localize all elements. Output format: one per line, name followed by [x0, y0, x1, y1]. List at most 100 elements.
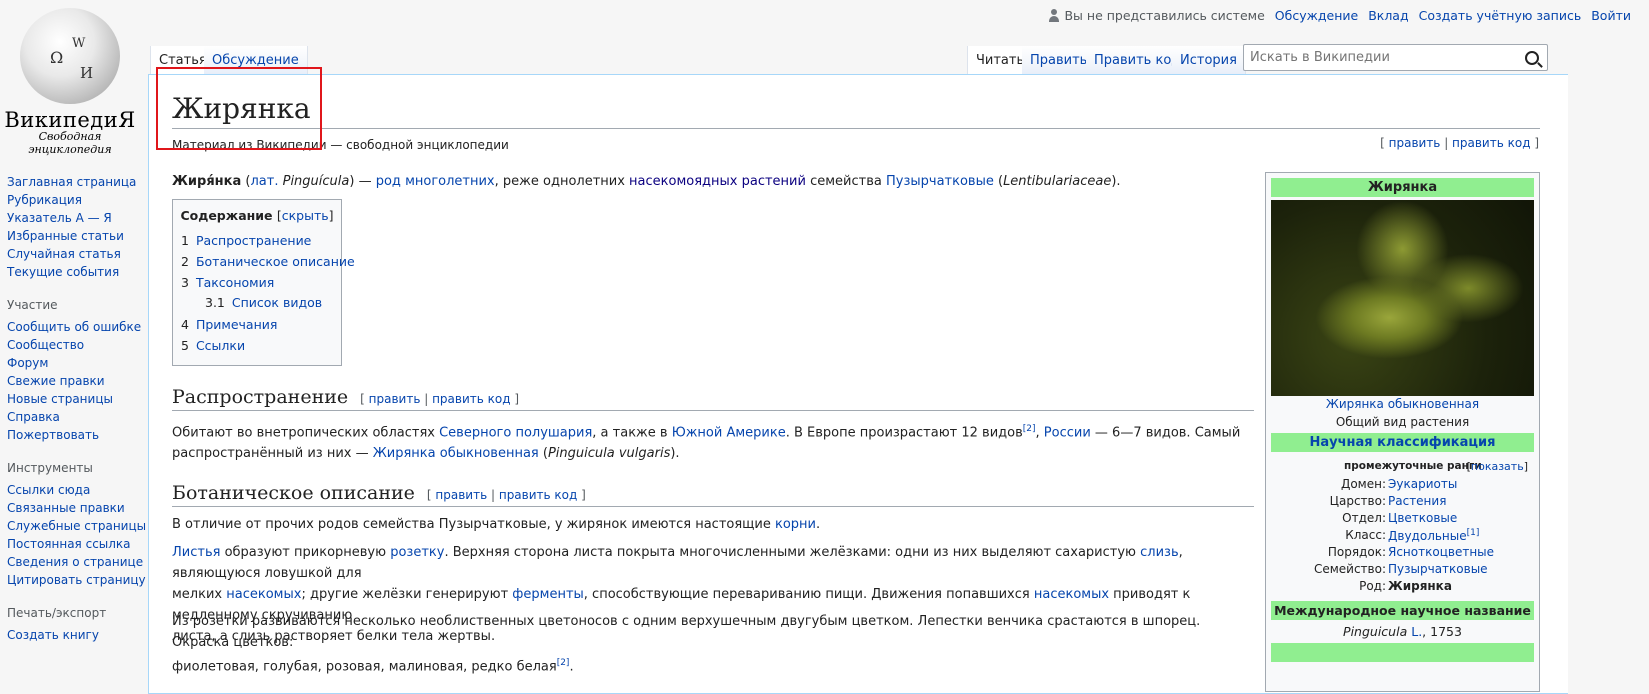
reference-link[interactable]: [2]	[1023, 424, 1036, 434]
russia-link[interactable]: России	[1044, 425, 1091, 440]
rosette-link[interactable]: розетку	[390, 545, 444, 560]
sidebar-item-permalink[interactable]: Постоянная ссылка	[7, 537, 131, 551]
text: . Верхняя сторона листа покрыта многочис…	[444, 545, 1141, 560]
taxon-link[interactable]: Двудольные	[1388, 529, 1467, 543]
section-divider	[172, 410, 1254, 411]
toc-item[interactable]: 4 Примечания	[181, 317, 277, 332]
enzymes-link[interactable]: ферменты	[512, 587, 584, 602]
edit-link[interactable]: править	[435, 488, 487, 502]
section-heading-botany: Ботаническое описание [ править | править…	[172, 482, 586, 504]
text: ; другие желёзки генерируют	[301, 587, 513, 602]
tab-history[interactable]: История	[1172, 46, 1246, 74]
sidebar-item-create-book[interactable]: Создать книгу	[7, 628, 99, 642]
northern-hemisphere-link[interactable]: Северного полушария	[439, 425, 592, 440]
anon-user: Вы не представились системе	[1048, 8, 1265, 23]
sidebar-item-categories[interactable]: Рубрикация	[7, 193, 82, 207]
tab-label: Править код	[1094, 53, 1181, 68]
sidebar-item-recent-changes[interactable]: Свежие правки	[7, 374, 105, 388]
taxon-link[interactable]: Пузырчатковые	[1388, 562, 1488, 576]
toc-item[interactable]: 5 Ссылки	[181, 338, 245, 353]
sidebar-item-new-pages[interactable]: Новые страницы	[7, 392, 113, 406]
sidebar-item-index[interactable]: Указатель А — Я	[7, 211, 112, 225]
image-caption-link[interactable]: Жирянка обыкновенная	[1326, 397, 1479, 411]
roots-link[interactable]: корни	[775, 517, 816, 532]
text: Обитают во внетропических областях	[172, 425, 440, 441]
insects-link[interactable]: насекомых	[1034, 587, 1109, 602]
tab-label: История	[1180, 53, 1237, 68]
sidebar-item-report-error[interactable]: Сообщить об ошибке	[7, 320, 141, 334]
text: образуют прикорневую	[220, 545, 391, 560]
common-butterwort-link[interactable]: Жирянка обыкновенная	[373, 446, 539, 461]
wikipedia-logo[interactable]: Ω W И ВикипедиЯ Свободная энциклопедия	[0, 8, 140, 156]
taxon-link[interactable]: Ясноткоцветные	[1388, 545, 1494, 559]
sidebar-heading-participation: Участие	[7, 298, 58, 312]
classification-link[interactable]: Научная классификация	[1309, 435, 1495, 450]
search-box	[1243, 44, 1548, 71]
lat-link[interactable]: лат.	[250, 174, 278, 189]
user-talk-link[interactable]: Обсуждение	[1275, 8, 1358, 23]
anon-label: Вы не представились системе	[1064, 8, 1265, 23]
section-title: Распространение	[172, 386, 349, 408]
section-title: Ботаническое описание	[172, 482, 415, 504]
sidebar-item-current-events[interactable]: Текущие события	[7, 265, 119, 279]
page-edit-links: [ править | править код ]	[1380, 136, 1539, 150]
sidebar-item-random[interactable]: Случайная статья	[7, 247, 121, 261]
toc-item[interactable]: 2 Ботаническое описание	[181, 254, 355, 269]
sidebar-item-community[interactable]: Сообщество	[7, 338, 84, 352]
reference-link[interactable]: [2]	[557, 658, 570, 668]
toc-item[interactable]: 3.1 Список видов	[205, 295, 322, 310]
taxon-link[interactable]: Эукариоты	[1388, 477, 1457, 491]
search-input[interactable]	[1244, 45, 1526, 70]
toc-link: Ссылки	[195, 338, 246, 353]
sidebar-item-donate[interactable]: Пожертвовать	[7, 428, 99, 442]
toc-item[interactable]: 3 Таксономия	[181, 275, 274, 290]
edit-link[interactable]: править	[369, 392, 421, 406]
perennial-link[interactable]: многолетних	[405, 174, 495, 189]
insects-link[interactable]: насекомых	[226, 587, 301, 602]
leaves-link[interactable]: Листья	[172, 545, 220, 560]
south-america-link[interactable]: Южной Америке	[672, 425, 786, 440]
edit-source-link[interactable]: править код	[1452, 136, 1530, 150]
reference-link[interactable]: [1]	[1467, 528, 1480, 538]
edit-source-link[interactable]: править код	[432, 392, 510, 406]
login-link[interactable]: Войти	[1591, 8, 1631, 23]
toc-toggle[interactable]: скрыть	[282, 208, 329, 223]
sidebar-item-special-pages[interactable]: Служебные страницы	[7, 519, 146, 533]
text: (	[993, 174, 1004, 189]
family-link[interactable]: Пузырчатковые	[886, 174, 994, 189]
toc-number: 5	[181, 338, 189, 353]
sidebar-item-related-changes[interactable]: Связанные правки	[7, 501, 125, 515]
plant-photo[interactable]	[1271, 200, 1534, 396]
sidebar-item-featured[interactable]: Избранные статьи	[7, 229, 124, 243]
text: фиолетовая, голубая, розовая, малиновая,…	[172, 659, 557, 675]
sidebar-item-cite[interactable]: Цитировать страницу	[7, 573, 146, 587]
toc-link: Таксономия	[195, 275, 275, 290]
search-icon[interactable]	[1525, 51, 1539, 65]
create-account-link[interactable]: Создать учётную запись	[1419, 8, 1582, 23]
author-link[interactable]: L.	[1411, 624, 1422, 639]
toc-number: 1	[181, 233, 189, 248]
user-icon	[1048, 9, 1060, 22]
toc-link: Распространение	[195, 233, 312, 248]
toc-item[interactable]: 1 Распространение	[181, 233, 311, 248]
tab-label: Статья	[159, 53, 207, 68]
sidebar-item-forum[interactable]: Форум	[7, 356, 48, 370]
taxon-link[interactable]: Растения	[1388, 494, 1446, 508]
sidebar-item-what-links-here[interactable]: Ссылки сюда	[7, 483, 90, 497]
taxon-link[interactable]: Цветковые	[1388, 511, 1457, 525]
personal-toolbar: Вы не представились системе Обсуждение В…	[1048, 8, 1631, 23]
genus-link[interactable]: род	[376, 174, 401, 189]
edit-link[interactable]: править	[1389, 136, 1441, 150]
sidebar-item-main-page[interactable]: Заглавная страница	[7, 175, 136, 189]
show-ranks-toggle[interactable]: показать	[1471, 460, 1524, 473]
edit-source-link[interactable]: править код	[499, 488, 577, 502]
title-divider	[172, 128, 1540, 129]
insectivorous-link[interactable]: насекомоядных растений	[629, 174, 806, 189]
section-edit-links: [ править | править код ]	[360, 392, 520, 406]
contributions-link[interactable]: Вклад	[1368, 8, 1408, 23]
mucus-link[interactable]: слизь	[1140, 545, 1178, 560]
intro-paragraph: Жиря́нка (лат. Pinguícula) — род многоле…	[172, 171, 1257, 192]
toc-link: Список видов	[231, 295, 323, 310]
sidebar-item-page-info[interactable]: Сведения о странице	[7, 555, 143, 569]
sidebar-item-help[interactable]: Справка	[7, 410, 60, 424]
